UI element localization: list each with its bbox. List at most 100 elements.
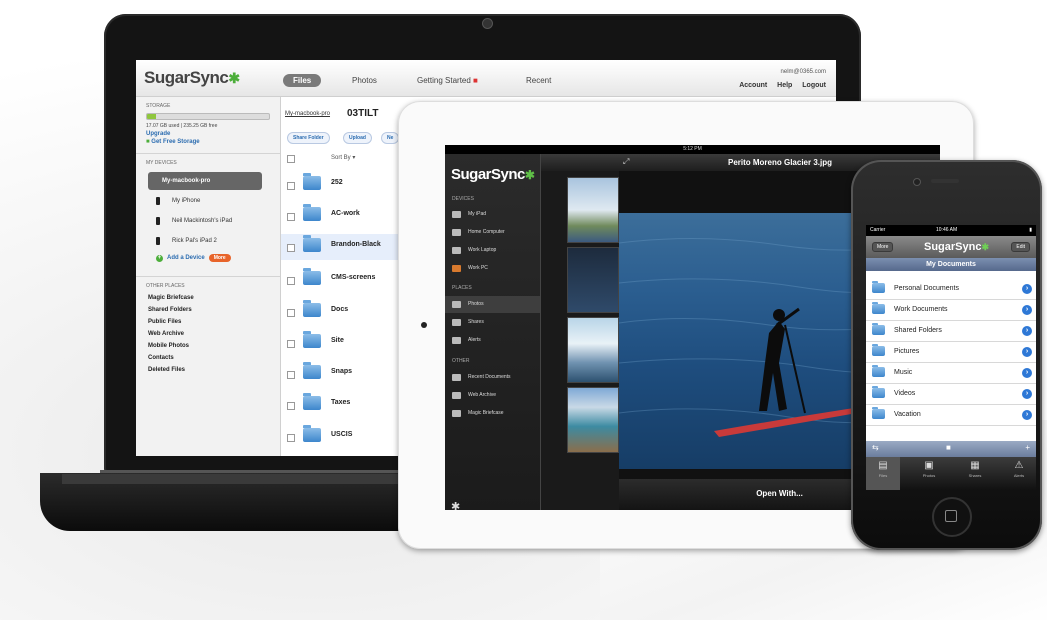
place-public-files[interactable]: Public Files: [148, 319, 280, 325]
select-all-checkbox[interactable]: [287, 155, 295, 163]
list-item[interactable]: Work Documents ›: [866, 300, 1036, 321]
tablet-item-label: Photos: [468, 301, 484, 307]
other-places-heading: OTHER PLACES: [146, 283, 185, 289]
disclosure-icon[interactable]: ›: [1022, 389, 1032, 399]
device-item-iphone[interactable]: My iPhone: [136, 192, 280, 210]
phone-tab-shares[interactable]: ▦ Shares: [958, 457, 992, 490]
photo-thumbnail[interactable]: [567, 247, 619, 313]
tablet-item-work-pc[interactable]: Work PC: [445, 260, 540, 277]
tablet-item-my-ipad[interactable]: My iPad: [445, 206, 540, 223]
tablet-item-work-laptop[interactable]: Work Laptop: [445, 242, 540, 259]
tablet-item-shares[interactable]: Shares: [445, 314, 540, 331]
list-item[interactable]: Vacation ›: [866, 405, 1036, 426]
place-shared-folders[interactable]: Shared Folders: [148, 307, 280, 313]
photo-thumbnail[interactable]: [567, 387, 619, 453]
disclosure-icon[interactable]: ›: [1022, 347, 1032, 357]
list-item[interactable]: Music ›: [866, 363, 1036, 384]
row-checkbox[interactable]: [287, 213, 295, 221]
list-item[interactable]: Personal Documents ›: [866, 279, 1036, 300]
photo-thumbnail[interactable]: [567, 317, 619, 383]
list-item-label: Vacation: [894, 411, 921, 418]
app-logo[interactable]: SugarSync✱: [144, 68, 240, 88]
folder-icon: [303, 362, 321, 379]
phone-tab-label: Photos: [922, 473, 936, 478]
share-folder-button[interactable]: Share Folder: [287, 132, 330, 144]
logout-link[interactable]: Logout: [802, 82, 826, 89]
list-item-label: Shared Folders: [894, 327, 942, 334]
row-checkbox[interactable]: [287, 434, 295, 442]
account-link[interactable]: Account: [739, 82, 767, 89]
row-checkbox[interactable]: [287, 402, 295, 410]
list-item[interactable]: Pictures ›: [866, 342, 1036, 363]
place-mobile-photos[interactable]: Mobile Photos: [148, 343, 280, 349]
more-button[interactable]: More: [872, 242, 894, 252]
storage-bar: [146, 113, 270, 120]
phone-tab-photos[interactable]: ▣ Photos: [912, 457, 946, 490]
disclosure-icon[interactable]: ›: [1022, 284, 1032, 294]
disclosure-icon[interactable]: ›: [1022, 410, 1032, 420]
phone-screen: Carrier 10:46 AM ▮ More SugarSync✱ Edit …: [866, 225, 1036, 490]
tablet-item-magic-briefcase[interactable]: Magic Briefcase: [445, 405, 540, 422]
row-checkbox[interactable]: [287, 340, 295, 348]
help-link[interactable]: Help: [777, 82, 792, 89]
list-item-label: Videos: [894, 390, 916, 397]
place-deleted-files[interactable]: Deleted Files: [148, 367, 280, 373]
gear-icon[interactable]: ✱: [451, 500, 460, 510]
phone-tab-files[interactable]: ▤ Files: [866, 457, 900, 490]
row-checkbox[interactable]: [287, 309, 295, 317]
device-item-macbook[interactable]: My-macbook-pro: [148, 172, 262, 190]
app-logo-text: SugarSync: [144, 68, 229, 87]
add-icon[interactable]: +: [1025, 443, 1030, 452]
row-checkbox[interactable]: [287, 371, 295, 379]
sort-by-dropdown[interactable]: Sort By ▾: [331, 154, 355, 161]
phone-tab-alerts[interactable]: ⚠ Alerts: [1002, 457, 1036, 490]
phone-speaker: [931, 179, 959, 183]
add-device-link[interactable]: + Add a Device More: [156, 254, 280, 262]
tab-recent[interactable]: Recent: [526, 76, 551, 85]
row-checkbox[interactable]: [287, 244, 295, 252]
device-item-rick-ipad[interactable]: Rick Pal's iPad 2: [136, 232, 280, 250]
tab-photos[interactable]: Photos: [352, 76, 377, 85]
folder-add-icon[interactable]: ■: [946, 443, 951, 452]
folder-icon: [872, 386, 885, 398]
disclosure-icon[interactable]: ›: [1022, 305, 1032, 315]
place-magic-briefcase[interactable]: Magic Briefcase: [148, 295, 280, 301]
file-name: CMS-screens: [331, 274, 376, 281]
get-free-storage-link[interactable]: ■ Get Free Storage: [146, 139, 280, 145]
leaf-icon: ✱: [981, 242, 990, 252]
tablet-item-alerts[interactable]: Alerts: [445, 332, 540, 349]
storage-heading: STORAGE: [146, 103, 171, 109]
more-badge[interactable]: More: [208, 254, 231, 262]
sync-icon[interactable]: ⇆: [872, 443, 879, 452]
edit-button[interactable]: Edit: [1011, 242, 1030, 252]
photos-icon: [452, 301, 461, 308]
tablet-item-recent-documents[interactable]: Recent Documents: [445, 369, 540, 386]
disclosure-icon[interactable]: ›: [1022, 368, 1032, 378]
storage-usage: 17.07 GB used | 235.25 GB free: [146, 123, 218, 129]
tablet-item-label: Home Computer: [468, 229, 505, 235]
tablet-item-label: Work Laptop: [468, 247, 497, 253]
new-button[interactable]: Ne: [381, 132, 400, 144]
tablet-item-web-archive[interactable]: Web Archive: [445, 387, 540, 404]
alert-dot-icon: ■: [473, 76, 478, 85]
list-item[interactable]: Shared Folders ›: [866, 321, 1036, 342]
row-checkbox[interactable]: [287, 277, 295, 285]
tab-getting-started[interactable]: Getting Started ■: [417, 76, 478, 85]
tablet-item-home-computer[interactable]: Home Computer: [445, 224, 540, 241]
file-name: Docs: [331, 306, 349, 313]
upgrade-link[interactable]: Upgrade: [146, 131, 280, 137]
laptop-icon: [452, 247, 461, 254]
breadcrumb[interactable]: My-macbook-pro: [285, 111, 330, 117]
list-item[interactable]: Videos ›: [866, 384, 1036, 405]
phone-icon: [156, 197, 160, 205]
device-item-neil-ipad[interactable]: Neil Mackintosh's iPad: [136, 212, 280, 230]
folder-icon: [303, 300, 321, 317]
disclosure-icon[interactable]: ›: [1022, 326, 1032, 336]
upload-button[interactable]: Upload: [343, 132, 372, 144]
place-contacts[interactable]: Contacts: [148, 355, 280, 361]
tablet-item-photos[interactable]: Photos: [445, 296, 540, 313]
place-web-archive[interactable]: Web Archive: [148, 331, 280, 337]
row-checkbox[interactable]: [287, 182, 295, 190]
tab-files[interactable]: Files: [283, 74, 322, 87]
photo-thumbnail[interactable]: [567, 177, 619, 243]
